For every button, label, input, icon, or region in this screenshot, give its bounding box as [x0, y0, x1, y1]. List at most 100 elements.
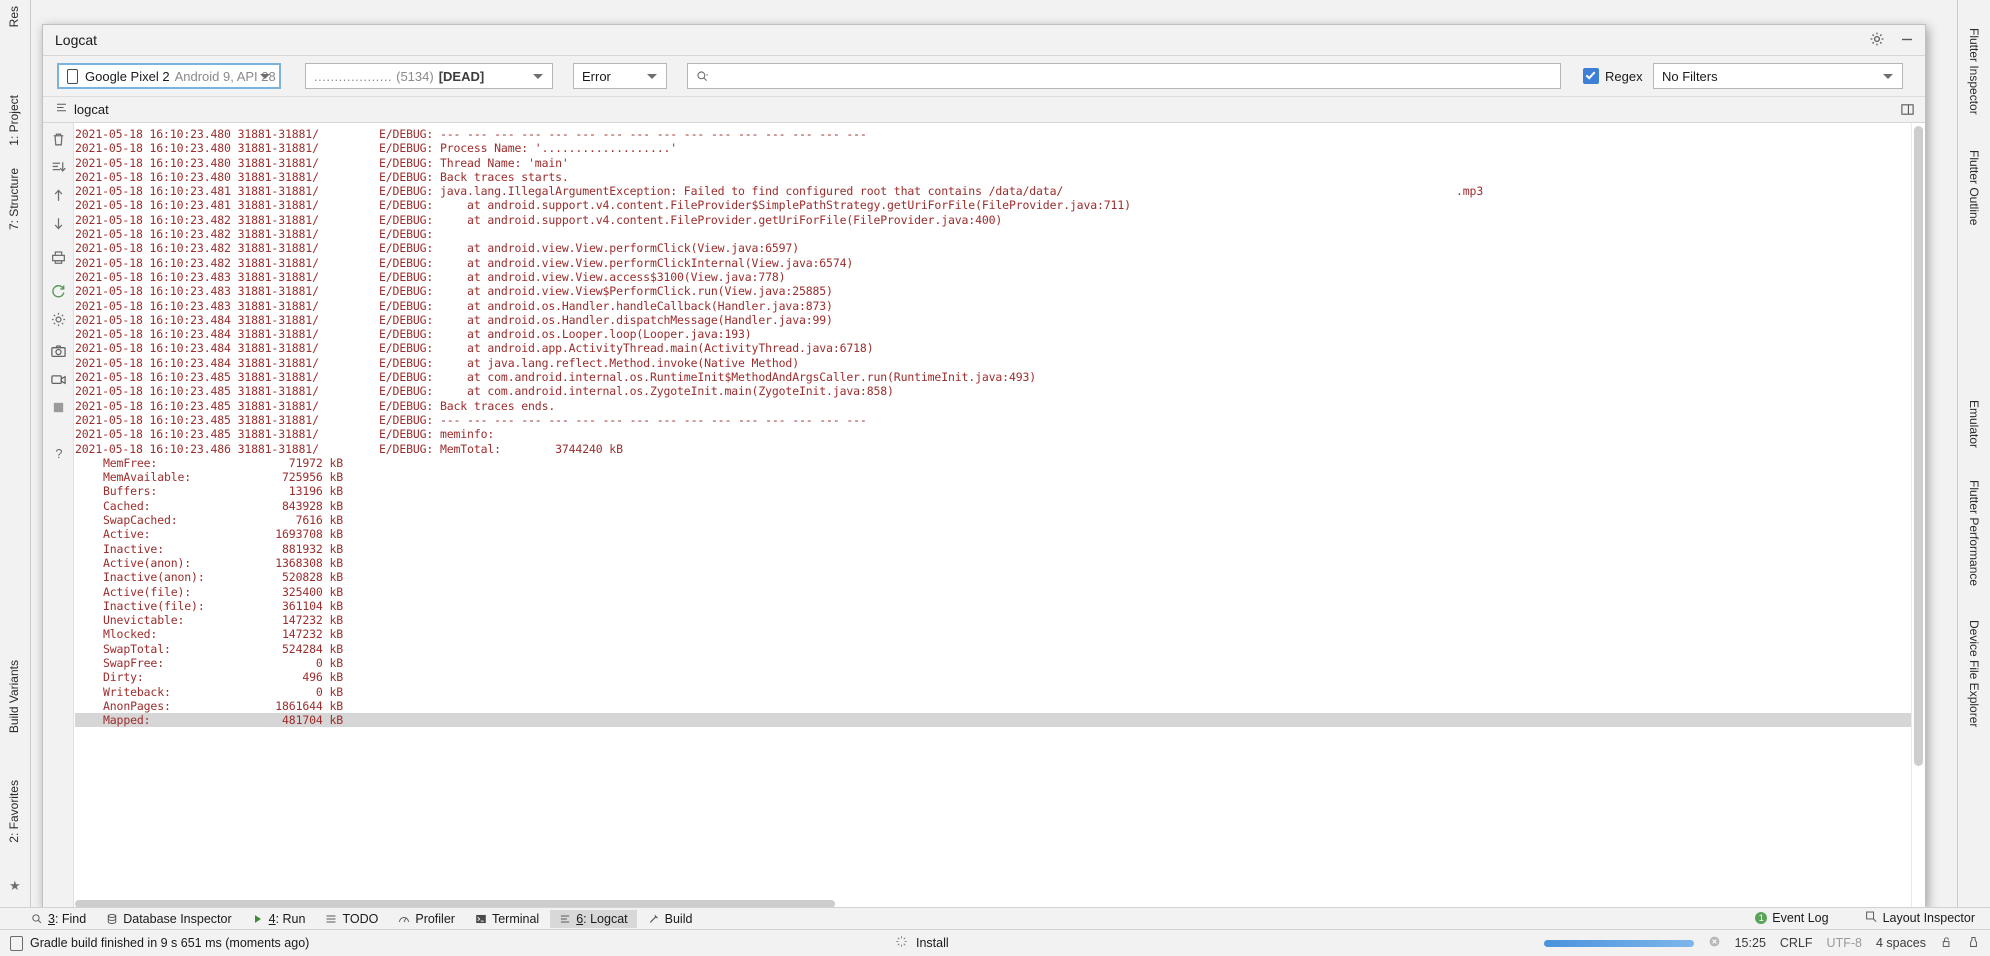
meminfo-row[interactable]: Active(file): 325400 kB [75, 585, 1911, 599]
log-line[interactable]: 2021-05-18 16:10:23.480 31881-31881/E/DE… [75, 141, 1911, 155]
gear-icon[interactable] [1869, 31, 1885, 47]
logcat-vertical-scrollbar[interactable] [1911, 123, 1925, 909]
log-line[interactable]: 2021-05-18 16:10:23.480 31881-31881/E/DE… [75, 170, 1911, 184]
regex-checkbox[interactable] [1583, 68, 1599, 84]
print-icon[interactable] [50, 249, 67, 266]
meminfo-row[interactable]: Dirty: 496 kB [75, 670, 1911, 684]
meminfo-row[interactable]: SwapCached: 7616 kB [75, 513, 1911, 527]
meminfo-row[interactable]: Unevictable: 147232 kB [75, 613, 1911, 627]
meminfo-row[interactable]: Cached: 843928 kB [75, 499, 1911, 513]
event-log-button[interactable]: 1 Event Log [1746, 909, 1837, 927]
log-line[interactable]: 2021-05-18 16:10:23.485 31881-31881/E/DE… [75, 384, 1911, 398]
log-line[interactable]: 2021-05-18 16:10:23.482 31881-31881/E/DE… [75, 213, 1911, 227]
tool-window-button-3-find[interactable]: 3: Find [22, 910, 95, 928]
log-line[interactable]: 2021-05-18 16:10:23.480 31881-31881/E/DE… [75, 127, 1911, 141]
right-rail-item-device-file-explorer[interactable]: Device File Explorer [1967, 620, 1981, 727]
logcat-tab[interactable]: logcat [55, 101, 109, 117]
log-line[interactable]: 2021-05-18 16:10:23.483 31881-31881/E/DE… [75, 270, 1911, 284]
logcat-search-box[interactable] [687, 63, 1561, 89]
device-selector[interactable]: Google Pixel 2 Android 9, API 28 [57, 63, 281, 89]
right-rail-item-emulator[interactable]: Emulator [1967, 400, 1981, 448]
scroll-to-end-icon[interactable] [50, 159, 67, 176]
logcat-output[interactable]: 2021-05-18 16:10:23.480 31881-31881/E/DE… [75, 123, 1911, 909]
filters-selector[interactable]: No Filters [1653, 63, 1903, 89]
screen-record-icon[interactable] [50, 371, 67, 388]
log-line[interactable]: 2021-05-18 16:10:23.485 31881-31881/E/DE… [75, 370, 1911, 384]
log-line[interactable]: 2021-05-18 16:10:23.482 31881-31881/E/DE… [75, 227, 1911, 241]
logcat-vertical-scroll-thumb[interactable] [1914, 126, 1923, 766]
log-line[interactable]: 2021-05-18 16:10:23.483 31881-31881/E/DE… [75, 299, 1911, 313]
trash-icon[interactable] [50, 131, 67, 148]
log-timestamp: 2021-05-18 16:10:23.484 31881-31881/ [75, 327, 319, 342]
regex-toggle[interactable]: Regex [1583, 68, 1643, 84]
log-line[interactable]: 2021-05-18 16:10:23.484 31881-31881/E/DE… [75, 327, 1911, 341]
log-line[interactable]: 2021-05-18 16:10:23.484 31881-31881/E/DE… [75, 341, 1911, 355]
meminfo-row[interactable]: Inactive: 881932 kB [75, 542, 1911, 556]
search-input[interactable] [715, 67, 1514, 85]
indent-setting[interactable]: 4 spaces [1876, 936, 1926, 950]
encoding[interactable]: UTF-8 [1827, 936, 1862, 950]
process-selector[interactable]: ................... (5134) [DEAD] [305, 63, 553, 89]
minimize-icon[interactable] [1899, 31, 1915, 47]
log-line[interactable]: 2021-05-18 16:10:23.481 31881-31881/E/DE… [75, 184, 1911, 198]
log-timestamp: 2021-05-18 16:10:23.480 31881-31881/ [75, 141, 319, 156]
up-arrow-icon[interactable] [50, 187, 67, 204]
line-separator[interactable]: CRLF [1780, 936, 1813, 950]
log-level-selector[interactable]: Error [573, 63, 667, 89]
log-line[interactable]: 2021-05-18 16:10:23.481 31881-31881/E/DE… [75, 198, 1911, 212]
log-timestamp: 2021-05-18 16:10:23.481 31881-31881/ [75, 198, 319, 213]
log-line[interactable]: 2021-05-18 16:10:23.484 31881-31881/E/DE… [75, 356, 1911, 370]
tool-window-button-terminal[interactable]: Terminal [466, 910, 548, 928]
meminfo-row[interactable]: AnonPages: 1861644 kB [75, 699, 1911, 713]
log-line[interactable]: 2021-05-18 16:10:23.484 31881-31881/E/DE… [75, 313, 1911, 327]
log-line[interactable]: 2021-05-18 16:10:23.485 31881-31881/E/DE… [75, 413, 1911, 427]
log-line[interactable]: 2021-05-18 16:10:23.483 31881-31881/E/DE… [75, 284, 1911, 298]
cancel-icon[interactable] [1708, 935, 1721, 951]
unlocked-icon[interactable] [1940, 935, 1953, 952]
meminfo-row[interactable]: Inactive(anon): 520828 kB [75, 570, 1911, 584]
log-line[interactable]: 2021-05-18 16:10:23.482 31881-31881/E/DE… [75, 241, 1911, 255]
meminfo-row[interactable]: Writeback: 0 kB [75, 685, 1911, 699]
meminfo-row[interactable]: Active: 1693708 kB [75, 527, 1911, 541]
inspector-icon[interactable] [1967, 935, 1980, 952]
help-icon[interactable]: ? [50, 445, 67, 462]
meminfo-row[interactable]: SwapTotal: 524284 kB [75, 642, 1911, 656]
log-line[interactable]: 2021-05-18 16:10:23.485 31881-31881/E/DE… [75, 427, 1911, 441]
left-rail-item-structure[interactable]: 7: Structure [7, 168, 21, 230]
tool-window-button-profiler[interactable]: Profiler [389, 910, 464, 928]
screenshot-icon[interactable] [50, 343, 67, 360]
right-rail-item-flutter-outline[interactable]: Flutter Outline [1967, 150, 1981, 225]
right-rail-item-flutter-inspector[interactable]: Flutter Inspector [1967, 28, 1981, 115]
tool-window-button-6-logcat[interactable]: 6: Logcat [550, 910, 637, 928]
meminfo-row[interactable]: Inactive(file): 361104 kB [75, 599, 1911, 613]
right-rail-item-flutter-performance[interactable]: Flutter Performance [1967, 480, 1981, 586]
split-icon[interactable] [1900, 102, 1915, 122]
layout-inspector-button[interactable]: Layout Inspector [1856, 909, 1984, 927]
left-rail-item-build-variants[interactable]: Build Variants [7, 660, 21, 733]
left-rail-item-res[interactable]: Res [7, 6, 21, 27]
stop-icon[interactable] [50, 399, 67, 416]
log-line[interactable]: 2021-05-18 16:10:23.485 31881-31881/E/DE… [75, 399, 1911, 413]
meminfo-row[interactable]: Mlocked: 147232 kB [75, 627, 1911, 641]
tool-window-bar: 3: Find Database Inspector 4: Run TODO Profi… [0, 907, 1990, 930]
meminfo-row[interactable]: Buffers: 13196 kB [75, 484, 1911, 498]
settings-icon[interactable] [50, 311, 67, 328]
meminfo-row[interactable]: Mapped: 481704 kB [75, 713, 1911, 728]
tool-window-button-database-inspector[interactable]: Database Inspector [97, 910, 240, 928]
log-line[interactable]: 2021-05-18 16:10:23.480 31881-31881/E/DE… [75, 156, 1911, 170]
tool-window-button-build[interactable]: Build [639, 910, 702, 928]
left-rail-item-favorites[interactable]: 2: Favorites [7, 780, 21, 843]
meminfo-row[interactable]: MemAvailable: 725956 kB [75, 470, 1911, 484]
down-arrow-icon[interactable] [50, 215, 67, 232]
event-log-icon: 1 [1755, 911, 1768, 924]
restart-icon[interactable] [50, 283, 67, 300]
log-line[interactable]: 2021-05-18 16:10:23.482 31881-31881/E/DE… [75, 256, 1911, 270]
log-line[interactable]: 2021-05-18 16:10:23.486 31881-31881/E/DE… [75, 442, 1911, 456]
meminfo-row[interactable]: MemFree: 71972 kB [75, 456, 1911, 470]
clock-time[interactable]: 15:25 [1735, 936, 1766, 950]
meminfo-row[interactable]: Active(anon): 1368308 kB [75, 556, 1911, 570]
tool-window-button-4-run[interactable]: 4: Run [243, 910, 315, 928]
meminfo-row[interactable]: SwapFree: 0 kB [75, 656, 1911, 670]
left-rail-item-project[interactable]: 1: Project [7, 95, 21, 146]
tool-window-button-todo[interactable]: TODO [316, 910, 387, 928]
